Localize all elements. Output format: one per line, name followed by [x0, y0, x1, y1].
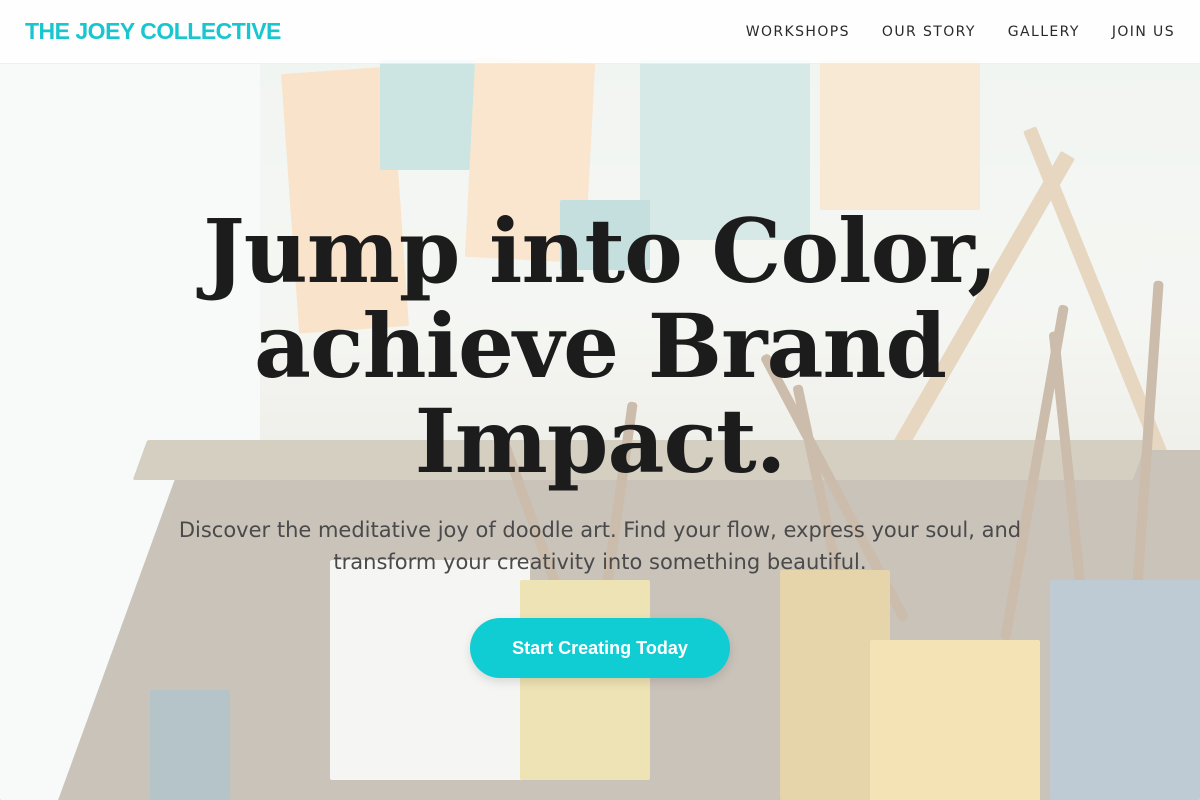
hero-subtext: Discover the meditative joy of doodle ar… — [178, 518, 1022, 574]
hero-headline-line: Impact. — [414, 389, 787, 493]
nav-link-our-story[interactable]: OUR STORY — [882, 24, 976, 40]
start-creating-button[interactable]: Start Creating Today — [470, 618, 730, 678]
site-header: THE JOEY COLLECTIVE WORKSHOPS OUR STORY … — [0, 0, 1200, 64]
hero-section: Jump into Color, achieve Brand Impact. D… — [0, 64, 1200, 800]
hero-headline-line: achieve Brand — [253, 294, 947, 398]
nav-link-join-us[interactable]: JOIN US — [1112, 24, 1175, 40]
hero-headline: Jump into Color, achieve Brand Impact. — [150, 204, 1050, 489]
nav-link-workshops[interactable]: WORKSHOPS — [746, 24, 850, 40]
main-nav: WORKSHOPS OUR STORY GALLERY JOIN US — [746, 24, 1175, 40]
hero-headline-line: Jump into Color, — [203, 199, 998, 303]
site-logo[interactable]: THE JOEY COLLECTIVE — [25, 18, 281, 45]
nav-link-gallery[interactable]: GALLERY — [1008, 24, 1080, 40]
